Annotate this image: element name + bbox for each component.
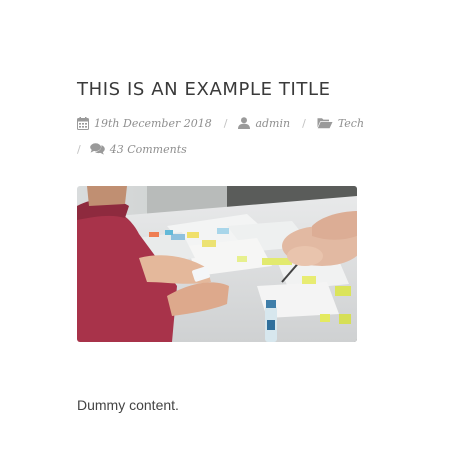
post-category-text: Tech <box>337 116 365 130</box>
post-author-text: admin <box>255 116 291 130</box>
post-comments[interactable]: 43 Comments <box>89 142 187 156</box>
post-title[interactable]: THIS IS AN EXAMPLE TITLE <box>77 79 331 100</box>
featured-image[interactable] <box>77 186 357 342</box>
meta-separator: / <box>77 142 81 156</box>
user-icon <box>238 117 251 129</box>
folder-open-icon <box>317 118 333 129</box>
calendar-icon <box>77 116 89 130</box>
post-author[interactable]: admin <box>238 117 290 130</box>
post-meta: 19th December 2018 / admin / Tech <box>77 114 364 132</box>
meta-separator: / <box>302 116 306 130</box>
post-content: Dummy content. <box>77 397 179 413</box>
post-date-text: 19th December 2018 <box>94 116 212 130</box>
post-date[interactable]: 19th December 2018 <box>77 116 212 130</box>
comments-icon <box>89 143 105 155</box>
post-comments-text: 43 Comments <box>109 142 187 156</box>
post-meta-row-2: / 43 Comments <box>77 140 187 158</box>
post-category[interactable]: Tech <box>317 117 364 130</box>
meta-separator: / <box>223 116 228 130</box>
